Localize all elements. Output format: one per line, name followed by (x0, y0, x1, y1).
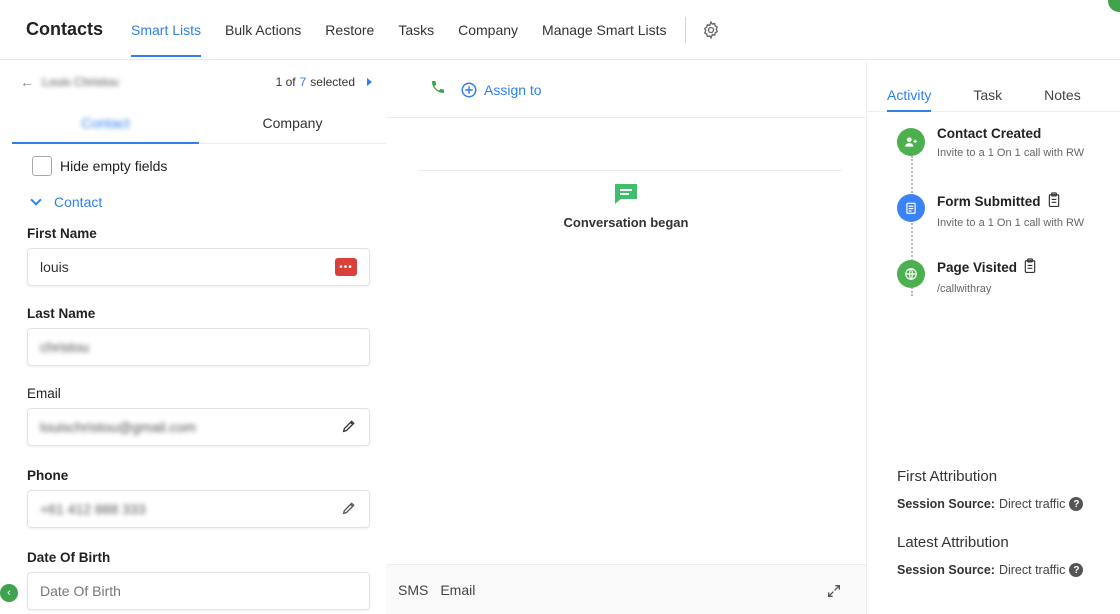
tab-company[interactable]: Company (458, 0, 518, 60)
help-icon[interactable]: ? (1069, 563, 1084, 577)
hide-empty-label: Hide empty fields (60, 158, 168, 174)
subtab-company[interactable]: Company (199, 102, 386, 143)
session-source-value: Direct traffic (998, 497, 1066, 511)
message-composer: SMS Email (386, 564, 866, 614)
first-attribution-line: Session Source: Direct traffic ? (897, 497, 1084, 511)
assign-to-label: Assign to (484, 81, 542, 98)
assign-to-button[interactable]: Assign to (460, 81, 542, 99)
avatar[interactable] (1108, 0, 1120, 12)
globe-icon (897, 260, 925, 288)
divider (418, 170, 842, 171)
phone-field[interactable]: +61 412 888 333 (27, 490, 370, 528)
activity-item: Contact Created Invite to a 1 On 1 call … (867, 126, 1120, 194)
subtab-contact[interactable]: Contact (12, 102, 199, 144)
pager-current: 1 of (275, 75, 296, 89)
top-navigation: Contacts Smart Lists Bulk Actions Restor… (0, 0, 1120, 60)
email-field[interactable]: louischristou@gmail.com (27, 408, 370, 446)
conversation-toolbar: Assign to (386, 62, 866, 118)
back-arrow-icon[interactable]: ← (20, 74, 34, 90)
composer-tab-sms[interactable]: SMS (398, 582, 428, 598)
pager-suffix: selected (310, 75, 355, 89)
tab-activity[interactable]: Activity (887, 87, 932, 112)
subtab-contact-label: Contact (81, 114, 130, 131)
activity-item: Form Submitted Invite to a 1 On 1 call w… (867, 192, 1120, 260)
activity-tabs: Activity Task Notes (867, 62, 1120, 112)
chevron-down-icon (30, 194, 42, 206)
last-name-label: Last Name (27, 306, 96, 321)
tab-manage-smart-lists[interactable]: Manage Smart Lists (542, 0, 667, 60)
contact-section-toggle[interactable]: Contact (30, 190, 386, 214)
activity-subtitle: /callwithray (937, 283, 992, 295)
latest-attribution: Latest Attribution Session Source: Direc… (897, 534, 1084, 577)
clipboard-icon[interactable] (1047, 192, 1061, 211)
hide-empty-checkbox[interactable] (32, 156, 52, 176)
activity-title-row: Page Visited (937, 258, 1037, 277)
pencil-icon[interactable] (341, 500, 357, 519)
activity-subtitle: Invite to a 1 On 1 call with RW (937, 217, 1085, 229)
hide-empty-row: Hide empty fields (32, 154, 386, 178)
email-label: Email (27, 386, 61, 401)
tab-bulk-actions[interactable]: Bulk Actions (225, 0, 301, 60)
plus-circle-icon (461, 82, 477, 97)
contact-details-panel: ← Louis Christou 1 of 7 selected Contact… (12, 62, 386, 614)
last-name-field[interactable]: christou (27, 328, 370, 366)
contact-name: Louis Christou (42, 75, 119, 89)
tab-restore[interactable]: Restore (325, 0, 374, 60)
activity-subtitle: Invite to a 1 On 1 call with RW (937, 147, 1085, 159)
more-dots-icon[interactable]: ••• (335, 258, 357, 276)
phone-value: +61 412 888 333 (40, 501, 146, 517)
email-value: louischristou@gmail.com (40, 419, 196, 435)
dob-field[interactable]: Date Of Birth (27, 572, 370, 610)
first-name-value: louis (40, 259, 69, 275)
form-icon (897, 194, 925, 222)
tab-notes[interactable]: Notes (1044, 87, 1081, 111)
activity-title-row: Form Submitted (937, 192, 1084, 211)
first-attribution-title: First Attribution (897, 468, 998, 485)
tab-tasks[interactable]: Tasks (398, 0, 434, 60)
activity-item: Page Visited /callwithray (867, 258, 1120, 326)
conversation-panel: Assign to Conversation began SMS Email (386, 62, 866, 614)
activity-title: Page Visited (937, 260, 1018, 275)
contact-pager-row: ← Louis Christou 1 of 7 selected (12, 62, 386, 102)
phone-label: Phone (27, 468, 69, 483)
last-name-value: christou (40, 339, 90, 355)
activity-title: Form Submitted (937, 194, 1041, 209)
nav-divider (684, 16, 686, 43)
phone-icon[interactable] (430, 79, 446, 100)
latest-attribution-title: Latest Attribution (897, 534, 1009, 551)
first-name-field[interactable]: louis ••• (27, 248, 370, 286)
conversation-began: Conversation began (526, 182, 726, 230)
chat-icon (613, 184, 639, 210)
gear-icon[interactable] (700, 19, 722, 41)
page-title: Contacts (26, 19, 104, 39)
activity-panel: Activity Task Notes Contact Created Invi… (866, 62, 1120, 614)
dob-placeholder: Date Of Birth (40, 583, 121, 599)
activity-timeline: Contact Created Invite to a 1 On 1 call … (867, 126, 1120, 326)
first-attribution: First Attribution Session Source: Direct… (897, 468, 1084, 511)
composer-tab-email[interactable]: Email (440, 582, 475, 598)
tab-task[interactable]: Task (973, 87, 1002, 111)
collapse-icon[interactable]: ‹ (0, 584, 18, 602)
pager: 1 of 7 selected (276, 75, 372, 89)
expand-icon[interactable] (826, 583, 842, 602)
latest-attribution-line: Session Source: Direct traffic ? (897, 563, 1084, 577)
dob-label: Date Of Birth (27, 550, 111, 565)
conversation-began-label: Conversation began (563, 215, 689, 230)
clipboard-icon[interactable] (1023, 258, 1037, 277)
tab-smart-lists[interactable]: Smart Lists (131, 0, 202, 60)
session-source-key: Session Source: (897, 497, 995, 511)
pencil-icon[interactable] (341, 418, 357, 437)
contact-subtabs: Contact Company (12, 102, 386, 144)
pager-total: 7 (299, 75, 307, 89)
first-name-label: First Name (27, 226, 97, 241)
help-icon[interactable]: ? (1069, 497, 1084, 511)
section-label: Contact (54, 194, 103, 210)
next-arrow-icon[interactable] (367, 78, 372, 86)
activity-title: Contact Created (937, 126, 1042, 141)
session-source-key: Session Source: (897, 563, 995, 577)
user-add-icon (897, 128, 925, 156)
session-source-value: Direct traffic (998, 563, 1066, 577)
